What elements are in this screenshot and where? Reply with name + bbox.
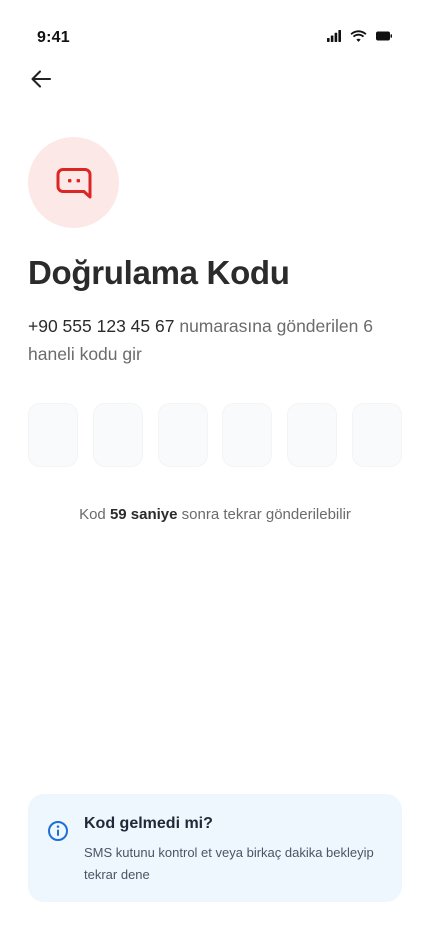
back-button[interactable] xyxy=(26,64,56,94)
resend-suffix: sonra tekrar gönderilebilir xyxy=(177,506,351,523)
otp-digit-3[interactable] xyxy=(158,403,208,467)
info-card-text: SMS kutunu kontrol et veya birkaç dakika… xyxy=(84,845,374,882)
help-info-card: Kod gelmedi mi? SMS kutunu kontrol et ve… xyxy=(28,794,402,902)
battery-icon xyxy=(376,31,392,41)
info-card-title: Kod gelmedi mi? xyxy=(84,815,213,832)
info-icon xyxy=(48,821,68,841)
resend-seconds: 59 saniye xyxy=(109,506,178,523)
wifi-icon xyxy=(350,30,367,42)
otp-digit-5[interactable] xyxy=(287,403,337,467)
page-title: Doğrulama Kodu xyxy=(28,254,290,291)
resend-countdown: Kod 59 saniye sonra tekrar gönderilebili… xyxy=(0,506,430,523)
cellular-signal-icon xyxy=(327,30,341,42)
resend-prefix: Kod xyxy=(79,506,110,523)
otp-code-input xyxy=(28,403,402,467)
phone-number: +90 555 123 45 67 xyxy=(28,316,175,336)
otp-digit-1[interactable] xyxy=(28,403,78,467)
otp-digit-6[interactable] xyxy=(352,403,402,467)
hero-icon-badge xyxy=(28,137,119,228)
otp-digit-4[interactable] xyxy=(222,403,272,467)
status-icons xyxy=(327,30,392,42)
otp-digit-2[interactable] xyxy=(93,403,143,467)
status-time: 9:41 xyxy=(37,29,70,46)
status-bar: 9:41 xyxy=(0,0,430,76)
page-subtitle: +90 555 123 45 67 numarasına gönderilen … xyxy=(28,312,398,368)
arrow-left-icon xyxy=(31,70,52,88)
chat-bubble-icon xyxy=(56,167,91,198)
